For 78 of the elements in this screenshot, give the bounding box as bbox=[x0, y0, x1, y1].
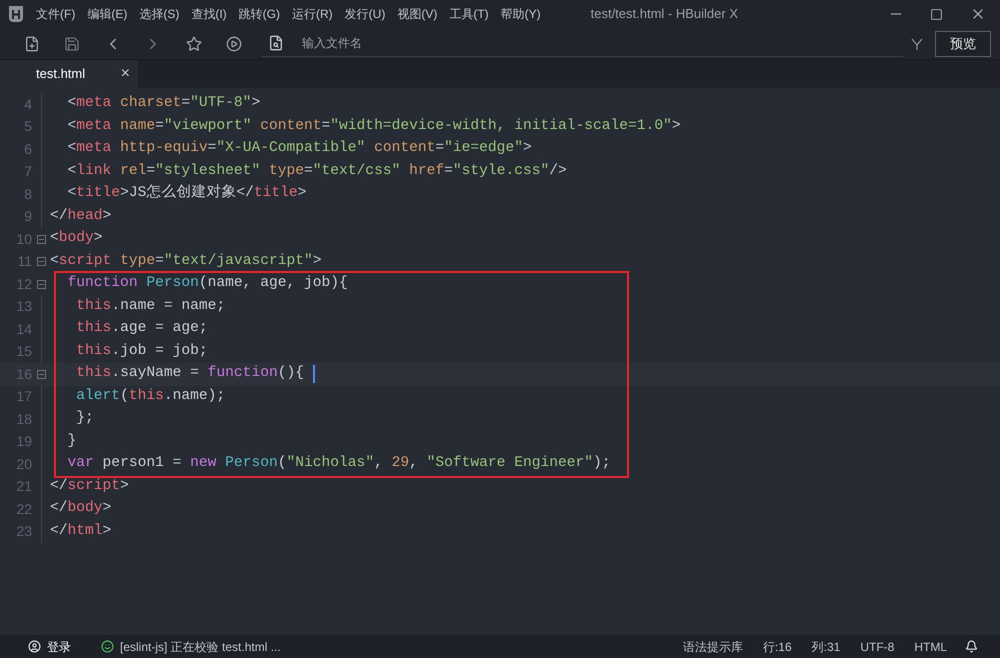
code-line: }; bbox=[75, 409, 94, 428]
code-line: </html> bbox=[50, 522, 112, 541]
lint-status: [eslint-js] 正在校验 test.html ... bbox=[120, 638, 281, 656]
code-line: </script> bbox=[50, 476, 129, 496]
line-number: 21 bbox=[15, 477, 32, 496]
menu-item[interactable]: 发行(U) bbox=[344, 5, 386, 23]
menu-item[interactable]: 运行(R) bbox=[292, 5, 333, 23]
code-line: <body> bbox=[50, 229, 103, 248]
code-line: <script type="text/javascript"> bbox=[50, 252, 322, 271]
menu-item[interactable]: 编辑(E) bbox=[87, 5, 128, 23]
new-file-icon[interactable] bbox=[24, 36, 40, 52]
line-number: 4 bbox=[23, 94, 32, 114]
code-line: var person1 = new Person("Nicholas", 29, "Software Engineer"); bbox=[66, 454, 611, 474]
code-line: this.age = age; bbox=[75, 319, 208, 338]
line-number: 17 bbox=[15, 387, 32, 406]
code-line: <link rel="stylesheet" type="text/css" href="style.css"/> bbox=[66, 162, 567, 181]
code-line: alert(this.name); bbox=[75, 386, 226, 406]
code-line: function Person(name, age, job){ bbox=[66, 274, 348, 294]
line-number: 7 bbox=[23, 162, 32, 182]
menu-item[interactable]: 工具(T) bbox=[449, 5, 489, 23]
line-number: 5 bbox=[23, 117, 32, 136]
user-icon bbox=[28, 640, 41, 653]
line-number: 20 bbox=[15, 454, 32, 474]
menu-item[interactable]: 帮助(Y) bbox=[500, 5, 541, 23]
line-number: 22 bbox=[15, 500, 32, 519]
line-number: 14 bbox=[15, 320, 32, 339]
line-number: 13 bbox=[15, 297, 32, 316]
tab-label: test.html bbox=[36, 65, 86, 84]
line-number: 9 bbox=[23, 207, 32, 226]
menu-item[interactable]: 选择(S) bbox=[139, 5, 180, 23]
menu-item[interactable]: 视图(V) bbox=[397, 5, 438, 23]
line-number: 18 bbox=[15, 410, 32, 429]
window-title: test/test.html - HBuilder X bbox=[590, 5, 738, 24]
search-icon bbox=[268, 35, 284, 51]
line-number: 19 bbox=[15, 432, 32, 452]
line-number: 12 bbox=[15, 274, 32, 294]
code-line: this.job = job; bbox=[75, 342, 208, 361]
star-icon[interactable] bbox=[186, 36, 202, 52]
code-line: } bbox=[66, 432, 76, 451]
fold-toggle-icon[interactable] bbox=[36, 257, 46, 266]
line-number: 11 bbox=[16, 252, 32, 272]
code-line: </body> bbox=[50, 499, 112, 518]
line-number: 15 bbox=[15, 342, 32, 362]
app-logo-icon bbox=[9, 6, 23, 22]
tab-close-button[interactable]: × bbox=[120, 62, 130, 86]
menu-item[interactable]: 文件(F) bbox=[36, 5, 76, 23]
notification-icon[interactable] bbox=[965, 640, 978, 653]
code-line: <title>JS怎么创建对象</title> bbox=[66, 183, 306, 204]
editor-tab[interactable]: test.html × bbox=[0, 60, 138, 88]
menu-item[interactable]: 跳转(G) bbox=[238, 5, 280, 23]
status-item[interactable]: 列:31 bbox=[812, 638, 840, 656]
code-line: this.name = name; bbox=[75, 296, 226, 316]
preview-button[interactable]: 预览 bbox=[935, 30, 991, 56]
menu-item[interactable]: 查找(I) bbox=[191, 5, 227, 23]
fold-toggle-icon[interactable] bbox=[36, 280, 46, 289]
code-line: <meta http-equiv="X-UA-Compatible" content="ie=edge"> bbox=[66, 139, 532, 158]
code-line: <meta name="viewport" content="width=device-width, initial-scale=1.0"> bbox=[66, 116, 681, 136]
filter-icon[interactable] bbox=[911, 38, 923, 50]
status-item[interactable]: 行:16 bbox=[762, 638, 792, 656]
status-item[interactable]: 语法提示库 bbox=[682, 638, 743, 656]
line-number: 10 bbox=[15, 230, 32, 249]
fold-toggle-icon[interactable] bbox=[36, 234, 46, 244]
fold-toggle-icon[interactable] bbox=[36, 370, 46, 379]
login-link[interactable]: 登录 bbox=[47, 638, 71, 656]
code-line: </head> bbox=[50, 206, 112, 226]
status-item[interactable]: UTF-8 bbox=[860, 638, 894, 656]
save-icon[interactable] bbox=[64, 36, 80, 52]
maximize-icon[interactable] bbox=[930, 8, 943, 20]
line-number: 8 bbox=[23, 184, 32, 204]
line-number: 6 bbox=[23, 140, 32, 159]
file-search-field[interactable]: 输入文件名 bbox=[302, 34, 903, 52]
file-search-box[interactable]: 输入文件名 bbox=[262, 30, 903, 56]
run-icon[interactable] bbox=[226, 36, 242, 52]
line-number: 23 bbox=[15, 522, 32, 542]
code-line: <meta charset="UTF-8"> bbox=[66, 94, 260, 114]
code-line: this.sayName = function(){ bbox=[75, 364, 305, 384]
status-item[interactable]: HTML bbox=[914, 638, 947, 656]
smiley-icon bbox=[101, 640, 114, 653]
